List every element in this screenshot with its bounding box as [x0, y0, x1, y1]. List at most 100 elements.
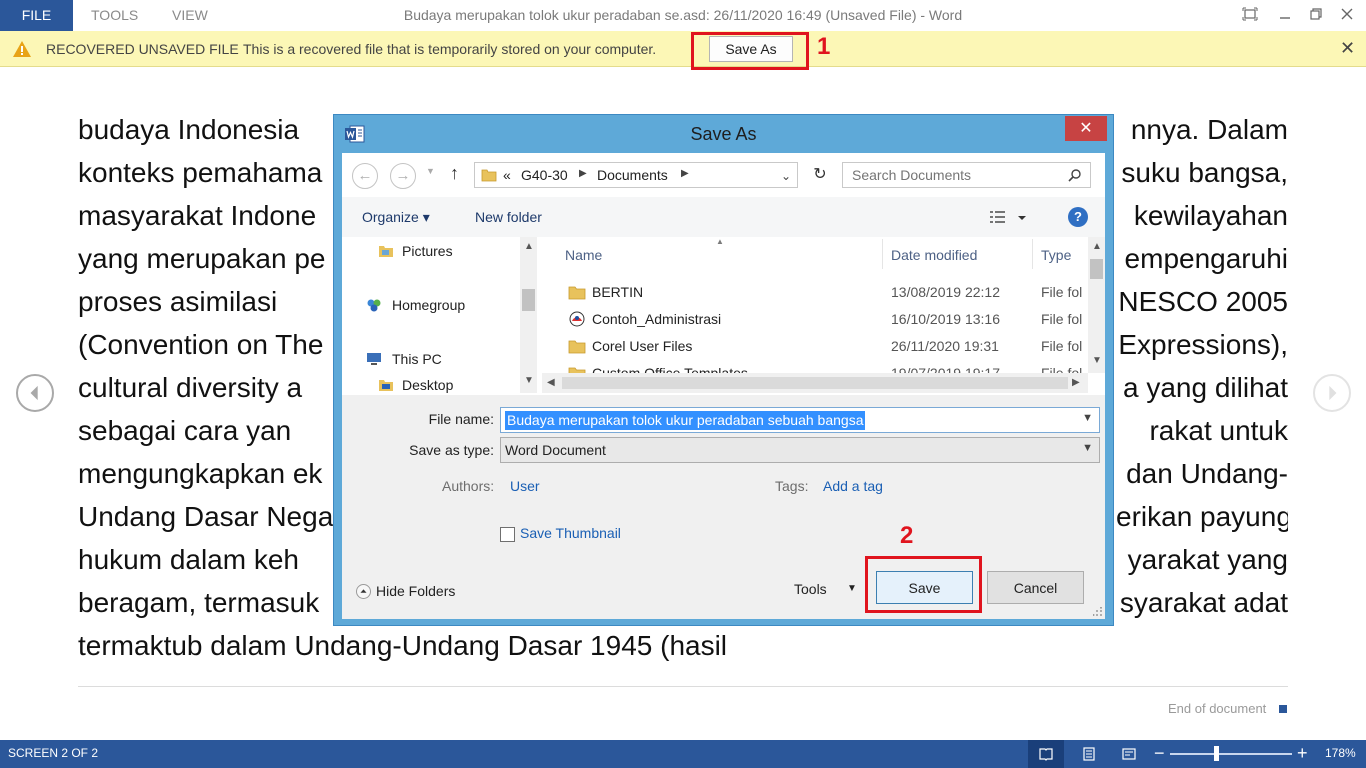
file-list-scrollbar-thumb[interactable]	[1090, 259, 1103, 279]
change-view-icon[interactable]	[988, 209, 1028, 227]
column-divider[interactable]	[882, 239, 883, 269]
breadcrumb-g40-30[interactable]: G40-30	[521, 167, 568, 183]
dialog-body: ← → ▼ ↑ « G40-30 ▶ Documents ▶ ⌄ ↻ Organ…	[342, 153, 1105, 619]
refresh-button[interactable]: ↻	[806, 162, 834, 188]
next-screen-icon[interactable]	[1313, 374, 1351, 412]
status-bar: SCREEN 2 OF 2 − + 178%	[0, 740, 1366, 768]
recent-locations-icon[interactable]: ▼	[426, 166, 435, 176]
document-line: budaya Indonesia	[78, 114, 300, 145]
authors-label: Authors:	[442, 478, 495, 494]
search-box[interactable]	[842, 162, 1091, 188]
nav-item-this-pc[interactable]: This PC	[392, 351, 442, 367]
save-thumbnail-label[interactable]: Save Thumbnail	[520, 525, 621, 541]
scroll-right-icon[interactable]: ▶	[1072, 377, 1080, 388]
document-line-fragment: syarakat adat	[1119, 587, 1288, 618]
address-prefix[interactable]: «	[503, 167, 511, 183]
organize-button[interactable]: Organize ▾	[362, 209, 430, 226]
file-name-value[interactable]: Budaya merupakan tolok ukur peradaban se…	[505, 411, 866, 430]
nav-item-desktop[interactable]: Desktop	[402, 377, 453, 393]
new-folder-button[interactable]: New folder	[475, 209, 542, 225]
document-line-fragment: empengaruhi	[1124, 243, 1288, 274]
save-as-type-dropdown-icon[interactable]: ▼	[1082, 442, 1093, 454]
file-date-cell: 19/07/2019 19:17	[891, 365, 1000, 373]
read-mode-button[interactable]	[1028, 740, 1064, 768]
save-as-type-label: Save as type:	[409, 442, 494, 458]
column-header-date-modified[interactable]: Date modified	[891, 247, 977, 263]
scroll-up-icon[interactable]: ▲	[524, 241, 534, 252]
help-icon[interactable]: ?	[1068, 207, 1088, 227]
zoom-slider-thumb[interactable]	[1214, 746, 1220, 761]
document-line-fragment: NESCO 2005	[1118, 286, 1288, 317]
file-tab[interactable]: FILE	[0, 0, 73, 31]
close-infobar-icon[interactable]: ✕	[1340, 38, 1355, 59]
address-bar[interactable]: « G40-30 ▶ Documents ▶ ⌄	[474, 162, 798, 188]
cancel-button[interactable]: Cancel	[987, 571, 1084, 604]
restore-icon[interactable]	[1308, 6, 1324, 22]
nav-item-pictures[interactable]: Pictures	[402, 243, 453, 259]
nav-item-homegroup[interactable]: Homegroup	[392, 297, 465, 313]
file-row[interactable]: BERTIN 13/08/2019 22:12 File fol	[542, 279, 1088, 306]
tools-dropdown-button[interactable]: Tools ▼	[794, 578, 864, 602]
up-one-level-icon[interactable]: ↑	[450, 163, 459, 184]
print-layout-icon[interactable]	[1082, 747, 1096, 761]
scroll-down-icon[interactable]: ▼	[1092, 355, 1102, 366]
step-number-2: 2	[900, 522, 914, 549]
scroll-left-icon[interactable]: ◀	[547, 377, 555, 388]
homegroup-icon	[367, 299, 381, 312]
scroll-down-icon[interactable]: ▼	[524, 375, 534, 386]
zoom-out-button[interactable]: −	[1154, 743, 1165, 764]
zoom-level[interactable]: 178%	[1325, 746, 1356, 760]
zoom-slider[interactable]	[1170, 753, 1292, 755]
scroll-up-icon[interactable]: ▲	[1092, 241, 1102, 252]
hide-folders-label[interactable]: Hide Folders	[376, 583, 455, 599]
folder-icon	[568, 340, 586, 354]
document-line-fragment: suku bangsa,	[1121, 157, 1288, 188]
forward-button[interactable]: →	[390, 163, 416, 189]
file-row[interactable]: Corel User Files 26/11/2020 19:31 File fol	[542, 333, 1088, 360]
zoom-in-button[interactable]: +	[1297, 743, 1308, 764]
save-as-type-select[interactable]: Word Document ▼	[500, 437, 1100, 463]
minimize-icon[interactable]	[1277, 6, 1293, 22]
file-name-input[interactable]: Budaya merupakan tolok ukur peradaban se…	[500, 407, 1100, 433]
resize-grip-icon[interactable]	[1093, 607, 1103, 617]
document-line: masyarakat Indone	[78, 200, 317, 231]
navigation-scrollbar-thumb[interactable]	[522, 289, 535, 311]
tools-label[interactable]: Tools	[794, 581, 827, 597]
address-dropdown-icon[interactable]: ⌄	[781, 169, 791, 183]
file-list-hscroll-thumb[interactable]	[562, 377, 1068, 389]
document-line-fragment: rakat untuk	[1149, 415, 1288, 446]
file-list-horizontal-scrollbar[interactable]: ◀ ▶	[542, 373, 1088, 393]
search-input[interactable]	[843, 163, 1063, 187]
back-button[interactable]: ←	[352, 163, 378, 189]
file-list-vertical-scrollbar[interactable]: ▲ ▼	[1088, 237, 1105, 373]
previous-screen-icon[interactable]	[16, 374, 54, 412]
column-header-name[interactable]: Name	[565, 247, 602, 263]
file-name-dropdown-icon[interactable]: ▼	[1082, 412, 1093, 424]
save-thumbnail-checkbox[interactable]	[500, 527, 515, 542]
breadcrumb-chevron-icon[interactable]: ▶	[681, 168, 689, 179]
search-icon[interactable]	[1068, 168, 1082, 182]
document-line: cultural diversity a	[78, 372, 303, 403]
tools-dropdown-icon[interactable]: ▼	[847, 583, 857, 594]
authors-value[interactable]: User	[510, 478, 540, 494]
dialog-close-button[interactable]: ✕	[1065, 116, 1107, 141]
folder-icon	[568, 286, 586, 300]
file-row[interactable]: Custom Office Templates 19/07/2019 19:17 F…	[542, 360, 1088, 373]
save-as-type-value[interactable]: Word Document	[505, 442, 606, 458]
view-tab[interactable]: VIEW	[172, 0, 208, 31]
tags-input[interactable]: Add a tag	[823, 478, 883, 494]
close-window-icon[interactable]	[1339, 6, 1355, 22]
pictures-folder-icon	[379, 246, 393, 257]
fullscreen-icon[interactable]	[1242, 6, 1258, 22]
tools-tab[interactable]: TOOLS	[91, 0, 138, 31]
file-row[interactable]: Contoh_Administrasi 16/10/2019 13:16 File …	[542, 306, 1088, 333]
column-header-type[interactable]: Type	[1041, 247, 1071, 263]
column-divider[interactable]	[1032, 239, 1033, 269]
breadcrumb-documents[interactable]: Documents	[597, 167, 668, 183]
breadcrumb-chevron-icon[interactable]: ▶	[579, 168, 587, 179]
web-layout-icon[interactable]	[1122, 747, 1136, 761]
navigation-scrollbar[interactable]: ▲ ▼	[520, 237, 537, 393]
end-of-document-label: End of document	[1168, 701, 1267, 716]
document-line: (Convention on The	[78, 329, 324, 360]
file-name-cell: Corel User Files	[592, 338, 693, 354]
